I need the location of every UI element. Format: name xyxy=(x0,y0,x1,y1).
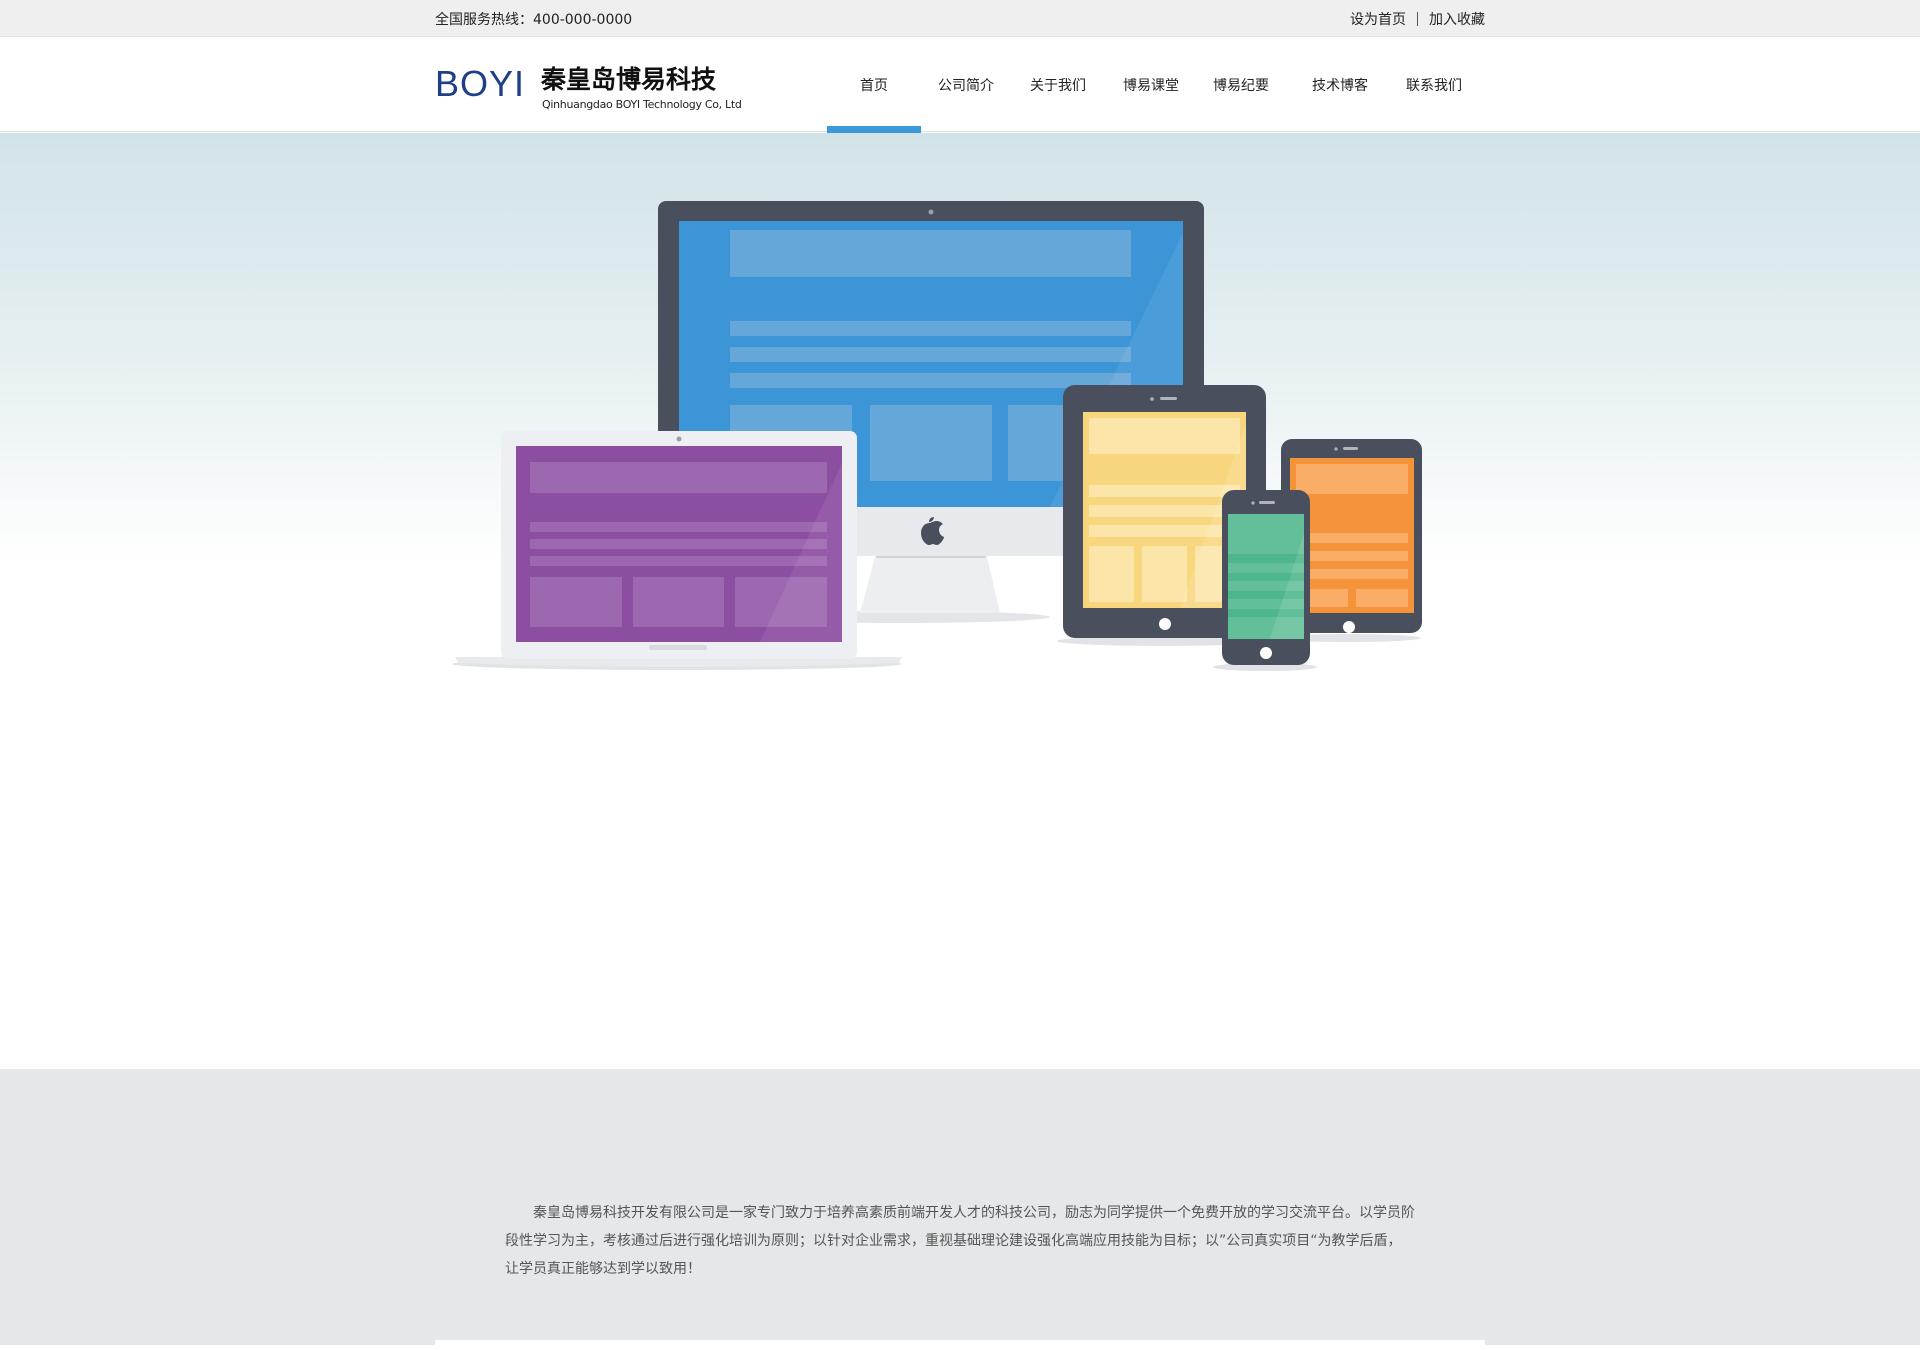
site-header: BOYI 秦皇岛博易科技 Qinhuangdao BOYI Technology… xyxy=(0,38,1920,133)
responsive-devices-illustration xyxy=(452,201,1422,671)
about-section: 秦皇岛博易科技开发有限公司是一家专门致力于培养高素质前端开发人才的科技公司，励志… xyxy=(0,1069,1920,1350)
top-links: 设为首页 加入收藏 xyxy=(1350,9,1485,29)
nav-item-contact-us[interactable]: 联系我们 xyxy=(1395,38,1473,132)
logo-mark: BOYI xyxy=(435,63,526,104)
top-links-divider xyxy=(1417,12,1418,26)
nav-item-tech-blog[interactable]: 技术博客 xyxy=(1285,38,1395,132)
set-homepage-link[interactable]: 设为首页 xyxy=(1350,9,1406,29)
nav-item-company-profile[interactable]: 公司简介 xyxy=(921,38,1011,132)
add-favorite-link[interactable]: 加入收藏 xyxy=(1429,9,1485,29)
nav-item-about-us[interactable]: 关于我们 xyxy=(1011,38,1105,132)
nav-item-boyi-minutes[interactable]: 博易纪要 xyxy=(1197,38,1285,132)
laptop xyxy=(452,431,902,670)
nav-item-home[interactable]: 首页 xyxy=(827,38,921,133)
smartphone xyxy=(1213,490,1317,671)
service-hotline: 全国服务热线：400-000-0000 xyxy=(435,12,633,28)
logo-name-cn: 秦皇岛博易科技 xyxy=(541,65,717,94)
hero-banner xyxy=(0,133,1920,1069)
company-introduction: 秦皇岛博易科技开发有限公司是一家专门致力于培养高素质前端开发人才的科技公司，励志… xyxy=(505,1205,1415,1277)
nav-item-boyi-classroom[interactable]: 博易课堂 xyxy=(1105,38,1197,132)
main-nav: 首页 公司简介 关于我们 博易课堂 博易纪要 技术博客 联系我们 xyxy=(827,38,1473,133)
content-card xyxy=(435,1340,1485,1350)
top-bar: 全国服务热线：400-000-0000 设为首页 加入收藏 xyxy=(0,0,1920,37)
logo-name-en: Qinhuangdao BOYI Technology Co, Ltd xyxy=(542,98,742,111)
